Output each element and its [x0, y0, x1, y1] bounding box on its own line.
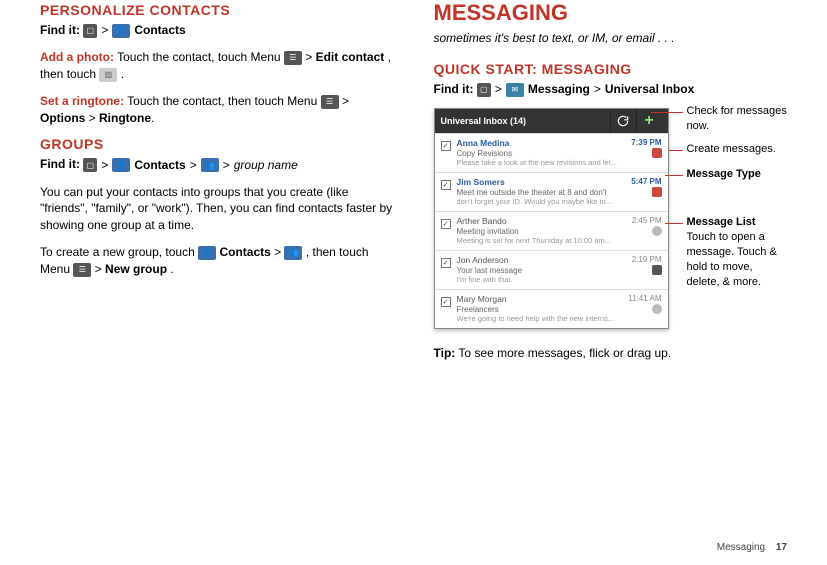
msg-subject: Meet me outside the theater at 8 and don…	[457, 188, 607, 197]
groups-icon: 👥	[201, 158, 219, 172]
menu-icon: ☰	[284, 51, 302, 65]
msg-time: 2:45 PM	[632, 216, 662, 226]
list-item[interactable]: ✓ Arther Bando 2:45 PM Meeting invitationMe…	[435, 211, 668, 250]
groups-desc: You can put your contacts into groups th…	[40, 184, 394, 234]
message-type-icon	[652, 226, 662, 236]
list-item[interactable]: ✓ Jim Somers 5:47 PM Meet me outside the th…	[435, 172, 668, 211]
page-number: 17	[776, 542, 787, 553]
tip-label: Tip:	[434, 346, 456, 360]
home-icon: ▢	[83, 24, 97, 38]
msg-time: 7:39 PM	[631, 138, 661, 148]
checkbox-icon[interactable]: ✓	[441, 141, 451, 151]
menu-icon: ☰	[321, 95, 339, 109]
msg-subject: Meeting invitation	[457, 227, 519, 236]
msg-preview: We're going to need help with the new in…	[457, 314, 662, 323]
checkbox-icon[interactable]: ✓	[441, 297, 451, 307]
tip: Tip: To see more messages, flick or drag…	[434, 345, 788, 362]
message-type-icon	[652, 304, 662, 314]
home-icon: ▢	[83, 158, 97, 172]
callout-list-text: Touch to open a message. Touch & hold to…	[687, 231, 777, 288]
msg-preview: I'm fine with that.	[457, 275, 662, 284]
messaging-icon: ✉	[506, 83, 524, 97]
footer-section: Messaging	[717, 542, 765, 553]
callout-list-title: Message List	[687, 216, 756, 228]
photo-placeholder-icon: ▧	[99, 68, 117, 82]
new-group-label: New group	[105, 262, 167, 276]
options-label: Options	[40, 111, 85, 125]
msg-sender: Jon Anderson	[457, 255, 509, 265]
contacts-icon: 👤	[112, 24, 130, 38]
find-it-label: Find it:	[40, 157, 80, 171]
find-it-groups: Find it: ▢ > 👤 Contacts > 👥 > group name	[40, 156, 394, 173]
heading-quickstart: Quick start: Messaging	[434, 61, 788, 77]
footer: Messaging 17	[717, 542, 787, 553]
message-list[interactable]: ✓ Anna Medina 7:39 PM Copy RevisionsPlease …	[435, 133, 668, 328]
msg-time: 11:41 AM	[628, 294, 661, 304]
message-type-icon	[652, 265, 662, 275]
msg-subject: Freelancers	[457, 305, 499, 314]
set-ringtone-label: Set a ringtone:	[40, 94, 124, 108]
add-photo-paragraph: Add a photo: Touch the contact, touch Me…	[40, 49, 394, 83]
tip-text: To see more messages, flick or drag up.	[458, 346, 671, 360]
msg-sender: Arther Bando	[457, 216, 507, 226]
refresh-icon	[616, 114, 630, 128]
checkbox-icon[interactable]: ✓	[441, 258, 451, 268]
msg-subject: Your last message	[457, 266, 523, 275]
find-it-label: Find it:	[40, 23, 80, 37]
heading-personalize: Personalize contacts	[40, 2, 394, 18]
groups-create: To create a new group, touch 👤 Contacts …	[40, 244, 394, 278]
msg-time: 5:47 PM	[631, 177, 661, 187]
list-item[interactable]: ✓ Anna Medina 7:39 PM Copy RevisionsPlease …	[435, 133, 668, 172]
menu-icon: ☰	[73, 263, 91, 277]
checkbox-icon[interactable]: ✓	[441, 180, 451, 190]
msg-preview: Meeting is set for next Thursday at 10:0…	[457, 236, 662, 245]
find-it-personalize: Find it: ▢ > 👤 Contacts	[40, 22, 394, 39]
msg-preview: Please take a look at the new revisions …	[457, 158, 662, 167]
message-type-icon	[652, 187, 662, 197]
screenshot: Universal Inbox (14) + ✓Anna Medina7:39 …	[434, 108, 669, 329]
find-it-label: Find it:	[434, 82, 474, 96]
msg-sender: Jim Somers	[457, 177, 505, 187]
home-icon: ▢	[477, 83, 491, 97]
message-type-icon	[652, 148, 662, 158]
edit-contact-label: Edit contact	[316, 50, 385, 64]
universal-inbox-label: Universal Inbox	[605, 81, 694, 98]
groups-icon: 👥	[284, 246, 302, 260]
messaging-subtitle: sometimes it's best to text, or IM, or e…	[434, 30, 788, 47]
find-it-messaging: Find it: ▢ > ✉ Messaging > Universal Inb…	[434, 81, 788, 98]
contacts-label: Contacts	[134, 157, 185, 174]
msg-time: 2:19 PM	[632, 255, 662, 265]
list-item[interactable]: ✓ Mary Morgan 11:41 AM FreelancersWe're goi…	[435, 289, 668, 328]
callout-check: Check for messages now.	[687, 105, 787, 132]
add-photo-label: Add a photo:	[40, 50, 114, 64]
contacts-icon: 👤	[112, 158, 130, 172]
group-name-label: group name	[234, 157, 298, 174]
contacts-icon: 👤	[198, 246, 216, 260]
msg-sender: Mary Morgan	[457, 294, 507, 304]
messaging-label: Messaging	[528, 81, 590, 98]
msg-preview: don't forget your ID. Would you maybe li…	[457, 197, 662, 206]
list-item[interactable]: ✓ Jon Anderson 2:19 PM Your last messageI'm…	[435, 250, 668, 289]
callout-create: Create messages.	[687, 143, 776, 155]
msg-subject: Copy Revisions	[457, 149, 513, 158]
callout-type-title: Message Type	[687, 168, 761, 180]
contacts-label: Contacts	[134, 22, 185, 39]
ringtone-label: Ringtone	[99, 111, 151, 125]
heading-groups: Groups	[40, 136, 394, 152]
set-ringtone-paragraph: Set a ringtone: Touch the contact, then …	[40, 93, 394, 127]
refresh-button[interactable]	[610, 109, 636, 133]
heading-messaging: Messaging	[434, 0, 788, 26]
inbox-title: Universal Inbox (14)	[441, 116, 610, 126]
msg-sender: Anna Medina	[457, 138, 510, 148]
checkbox-icon[interactable]: ✓	[441, 219, 451, 229]
contacts-label: Contacts	[219, 245, 270, 259]
